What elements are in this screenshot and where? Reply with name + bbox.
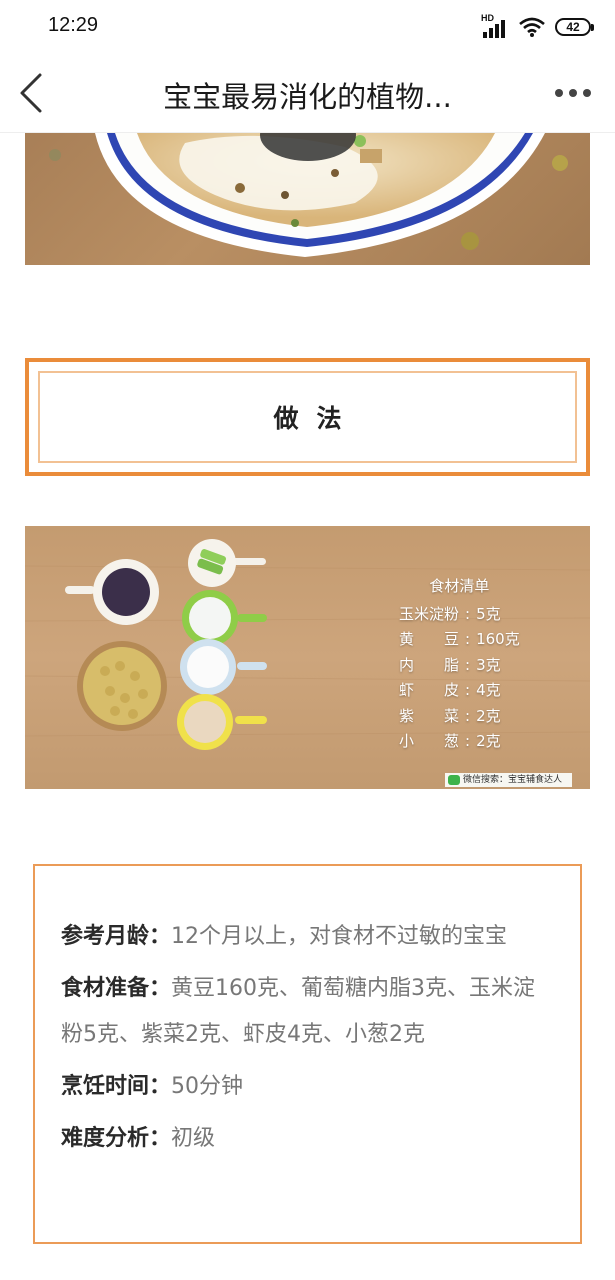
difficulty-value: 初级 — [171, 1126, 216, 1151]
ingredient-list-overlay: 食材清单 玉米淀粉: 5克 黄 豆: 160克 内 脂: 3克 虾 皮: 4克 … — [399, 574, 520, 755]
section-title: 做法 — [273, 404, 360, 433]
more-dots-icon — [555, 89, 563, 97]
age-label: 参考月龄： — [61, 924, 172, 949]
time-info: 烹饪时间：50分钟 — [61, 1064, 556, 1110]
ingredient-row: 虾 皮: 4克 — [399, 681, 501, 699]
ingredient-row: 内 脂: 3克 — [399, 655, 501, 674]
page-title: 宝宝最易消化的植物... — [163, 80, 452, 114]
time-label: 烹饪时间： — [61, 1074, 172, 1099]
ingredient-row: 小 葱: 2克 — [399, 732, 501, 750]
network-type-label: HD — [481, 13, 494, 23]
status-bar: 12:29 HD 42 — [0, 0, 615, 54]
ingredients-info: 食材准备：黄豆160克、葡萄糖内脂3克、玉米淀粉5克、紫菜2克、虾皮4克、小葱2… — [61, 966, 556, 1058]
age-value: 12个月以上，对食材不过敏的宝宝 — [171, 924, 508, 949]
status-time: 12:29 — [48, 14, 99, 36]
recipe-info-box: 参考月龄：12个月以上，对食材不过敏的宝宝 食材准备：黄豆160克、葡萄糖内脂3… — [33, 864, 582, 1244]
dish-photo — [25, 133, 590, 265]
watermark: 微信搜索：宝宝辅食达人 — [445, 773, 572, 787]
wechat-icon — [448, 775, 460, 785]
more-button[interactable] — [555, 84, 597, 102]
app-header: 宝宝最易消化的植物... — [0, 54, 615, 133]
time-value: 50分钟 — [171, 1074, 244, 1099]
ingredients-label: 食材准备： — [61, 976, 172, 1001]
difficulty-label: 难度分析： — [61, 1126, 172, 1151]
ingredient-row: 紫 菜: 2克 — [399, 706, 501, 725]
method-section-header: 做法 — [25, 358, 590, 476]
wifi-icon — [519, 17, 545, 37]
difficulty-info: 难度分析：初级 — [61, 1116, 556, 1162]
ingredient-row: 黄 豆: 160克 — [399, 630, 520, 648]
ingredient-list-title: 食材清单 — [429, 577, 490, 595]
age-info: 参考月龄：12个月以上，对食材不过敏的宝宝 — [61, 914, 556, 960]
status-icons: HD 42 — [481, 13, 594, 40]
ingredient-row: 玉米淀粉: 5克 — [399, 604, 501, 623]
battery-level: 42 — [566, 20, 580, 34]
battery-indicator: 42 — [555, 18, 594, 36]
tofu-bowl-image — [49, 133, 568, 257]
ingredients-photo: 食材清单 玉米淀粉: 5克 黄 豆: 160克 内 脂: 3克 虾 皮: 4克 … — [25, 526, 590, 789]
cellular-signal-icon: HD — [481, 13, 509, 38]
